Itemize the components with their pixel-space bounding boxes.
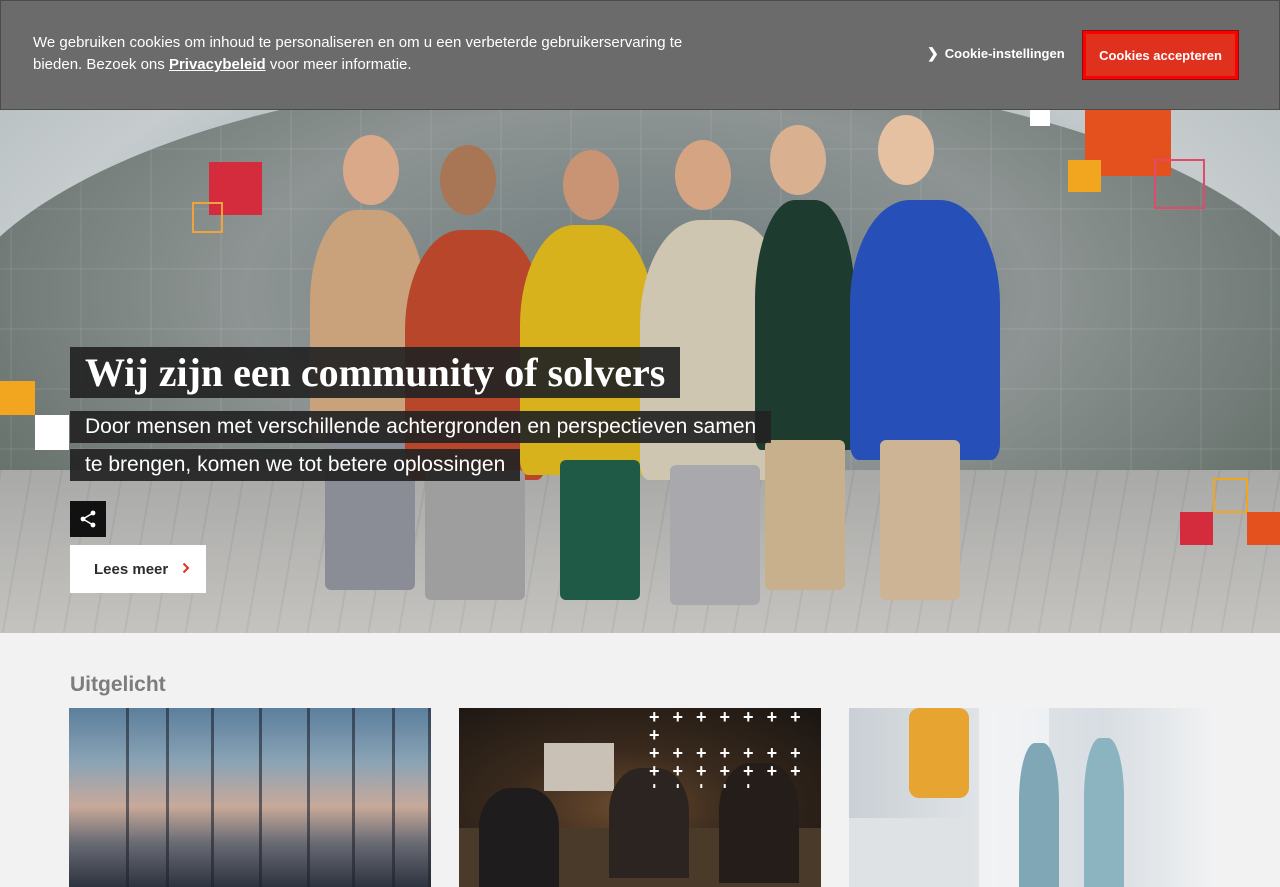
hero-title: Wij zijn een community of solvers [70,347,681,398]
deco-square-outline [1213,478,1248,513]
accept-cookies-button[interactable]: Cookies accepteren [1082,30,1239,80]
chevron-right-icon: ❯ [927,45,939,61]
deco-square-outline [1154,159,1205,209]
deco-square-amber [1068,160,1101,192]
featured-card-2[interactable]: + + + + + + + + + + + + + + + + + + + + + … [459,708,821,887]
deco-square-orange [1247,512,1280,545]
share-icon [80,510,96,528]
chevron-right-icon [182,561,190,578]
deco-square-white [1030,110,1050,126]
featured-card-1[interactable] [69,708,431,887]
featured-section-title: Uitgelicht [70,673,166,696]
plus-pattern-decoration: + + + + + + + + + + + + + + + + + + + + + … [649,708,805,788]
glass-tower-skyline-image [69,708,431,887]
cookie-settings-link[interactable]: ❯ Cookie-instellingen [927,45,1065,62]
cookie-banner: We gebruiken cookies om inhoud te person… [0,0,1280,110]
featured-card-3[interactable] [849,708,1211,887]
deco-square-amber [0,381,35,415]
share-button[interactable] [70,501,106,537]
read-more-label: Lees meer [94,560,169,578]
deco-square-red [1180,512,1213,545]
cookie-message: We gebruiken cookies om inhoud te person… [33,34,683,73]
deco-square-white [35,415,69,450]
privacy-policy-link[interactable]: Privacybeleid [169,56,266,73]
hero-subtitle: Door mensen met verschillende achtergron… [70,408,772,484]
read-more-button[interactable]: Lees meer [70,545,206,593]
deco-square-outline [192,202,223,233]
